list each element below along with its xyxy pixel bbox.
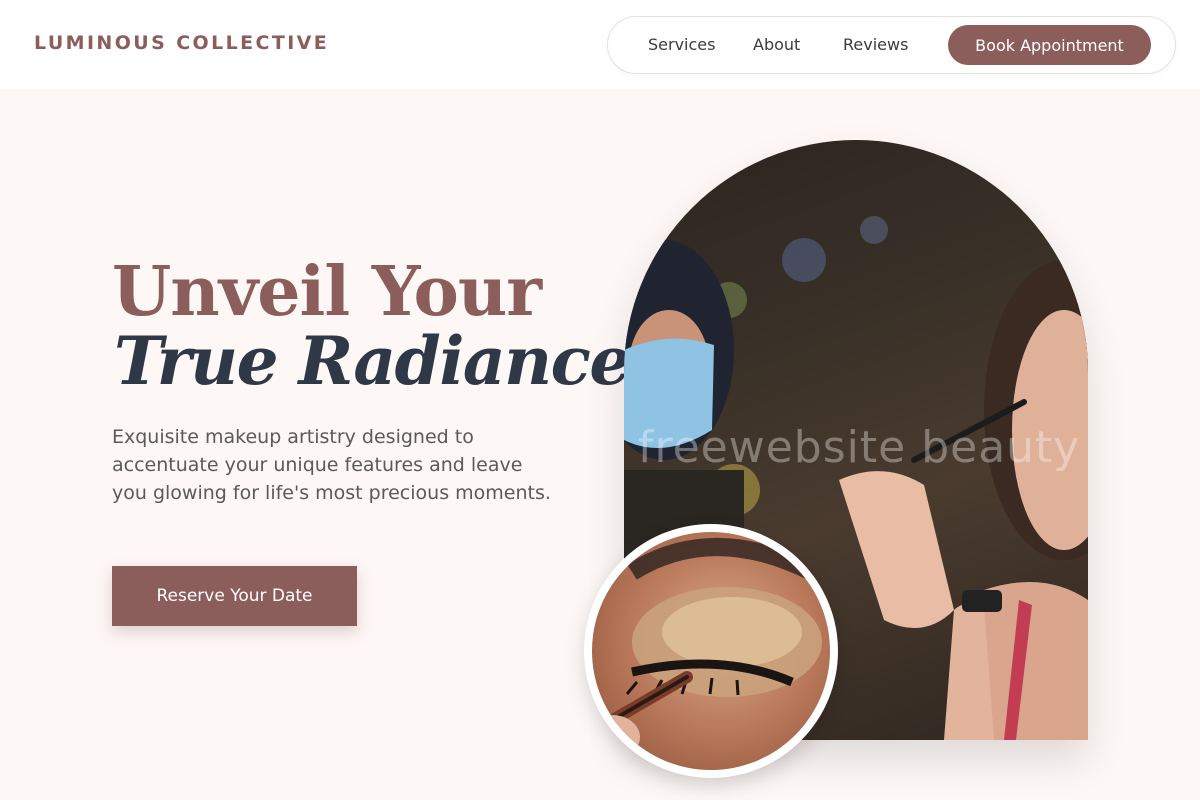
eye-closeup-photo [592, 532, 830, 770]
photo-watermark: freewebsite beauty [638, 422, 1081, 473]
hero-subtitle: Exquisite makeup artistry designed to ac… [112, 426, 551, 504]
hero-title-line2: True Radiance [114, 322, 631, 400]
eye-makeup-illustration [592, 538, 822, 759]
nav-about-link[interactable]: About [753, 35, 800, 54]
nav-services-link[interactable]: Services [648, 35, 715, 54]
book-appointment-button[interactable]: Book Appointment [948, 25, 1151, 65]
eye-closeup-photo-frame [584, 524, 838, 778]
site-header: LUMINOUS COLLECTIVE Services About Revie… [0, 0, 1200, 89]
reserve-date-button[interactable]: Reserve Your Date [112, 566, 357, 626]
main-nav: Services About Reviews Book Appointment [607, 16, 1176, 74]
nav-reviews-link[interactable]: Reviews [843, 35, 908, 54]
hero-title-line1: Unveil Your [112, 252, 542, 332]
brand-logo[interactable]: LUMINOUS COLLECTIVE [34, 32, 329, 54]
